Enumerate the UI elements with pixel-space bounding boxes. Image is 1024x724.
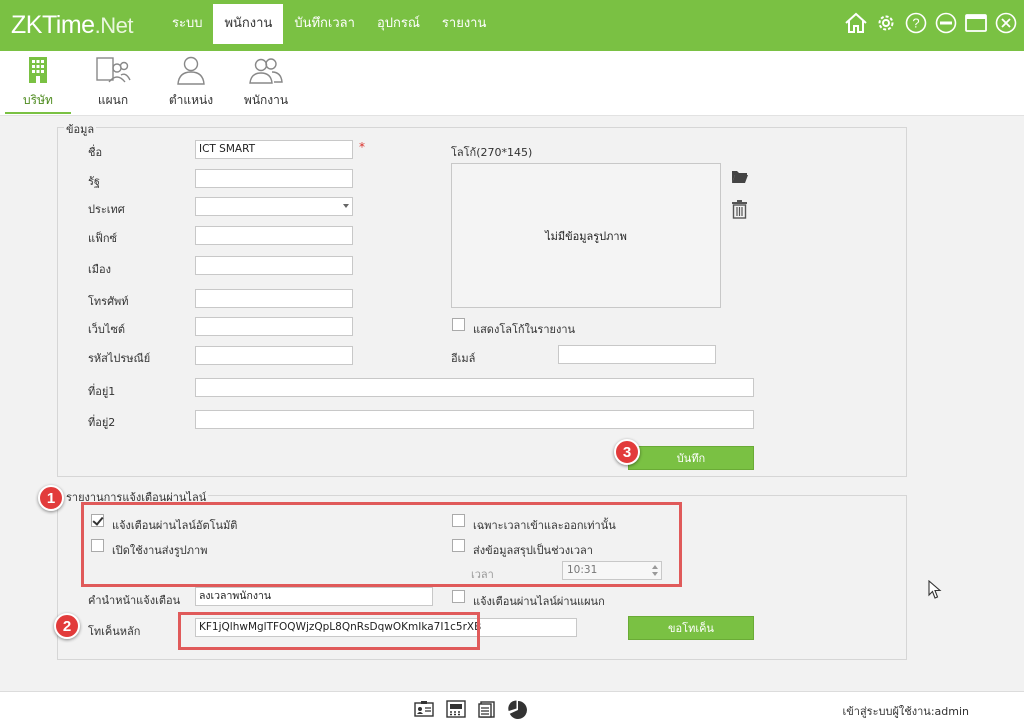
city-input[interactable] [195, 256, 353, 275]
maximize-icon[interactable] [964, 11, 988, 35]
sub-toolbar: บริษัท แผนก ตำแหน่ง พนักงาน [0, 51, 1024, 116]
active-tab-underline [5, 112, 71, 114]
postcode-label: รหัสไปรษณีย์ [88, 352, 151, 365]
email-label: อีเมล์ [451, 352, 476, 365]
fax-label: แฟ็กซ์ [88, 232, 118, 245]
annotation-badge-2: 2 [54, 613, 80, 639]
nav-item-attendance[interactable]: บันทึกเวลา [283, 4, 366, 44]
report-icon[interactable] [478, 700, 496, 723]
address2-input[interactable] [195, 410, 754, 429]
window-controls: ? [844, 11, 1018, 35]
nav-item-system[interactable]: ระบบ [160, 4, 213, 44]
employees-icon [249, 58, 283, 84]
address1-input[interactable] [195, 378, 754, 397]
prefix-label: คำนำหน้าแจ้งเตือน [88, 594, 181, 607]
website-label: เว็บไซต์ [88, 323, 126, 336]
prefix-input[interactable]: ลงเวลาพนักงาน [195, 587, 433, 606]
nav-item-employee[interactable]: พนักงาน [213, 4, 284, 44]
email-input[interactable] [558, 345, 716, 364]
top-bar: ZKTime.Net ระบบ พนักงาน บันทึกเวลา อุปกร… [0, 0, 1024, 51]
building-icon [29, 57, 47, 83]
svg-text:?: ? [912, 16, 919, 31]
pie-chart-icon[interactable] [508, 700, 528, 723]
phone-label: โทรศัพท์ [88, 295, 129, 308]
annotation-badge-1: 1 [38, 485, 64, 511]
main-nav: ระบบ พนักงาน บันทึกเวลา อุปกรณ์ รายงาน [160, 4, 497, 44]
name-input[interactable]: ICT SMART [195, 140, 353, 159]
subnav-department-label: แผนก [97, 93, 129, 107]
request-token-button[interactable]: ขอโทเค็น [628, 616, 754, 640]
country-label: ประเทศ [88, 203, 125, 216]
dept-notify-checkbox[interactable] [452, 590, 465, 603]
fax-input[interactable] [195, 226, 353, 245]
status-icons [414, 700, 528, 723]
home-icon[interactable] [844, 11, 868, 35]
minimize-icon[interactable] [934, 11, 958, 35]
annotation-badge-3: 3 [614, 439, 640, 465]
address2-label: ที่อยู่2 [88, 416, 116, 429]
position-icon [177, 56, 205, 85]
save-button[interactable]: บันทึก [628, 446, 754, 470]
logo-suffix-text: .Net [94, 13, 134, 38]
info-group-title: ข้อมูล [64, 120, 97, 138]
postcode-input[interactable] [195, 346, 353, 365]
phone-input[interactable] [195, 289, 353, 308]
state-input[interactable] [195, 169, 353, 188]
department-icon [96, 57, 131, 83]
subnav-department[interactable]: แผนก [78, 55, 148, 110]
app-logo: ZKTime.Net [11, 11, 133, 40]
subnav-employees-label: พนักงาน [243, 93, 289, 107]
show-logo-label: แสดงโลโก้ในรายงาน [473, 323, 576, 336]
nav-item-report[interactable]: รายงาน [431, 4, 497, 44]
logo-size-label: โลโก้(270*145) [451, 146, 533, 159]
logo-main-text: ZKTime [11, 11, 95, 39]
trash-icon[interactable] [731, 200, 748, 222]
folder-icon[interactable] [731, 169, 749, 187]
no-image-text: ไม่มีข้อมูลรูปภาพ [545, 229, 627, 243]
mouse-cursor-icon [928, 579, 942, 603]
subnav-employees[interactable]: พนักงาน [231, 55, 301, 110]
help-icon[interactable]: ? [904, 11, 928, 35]
login-status-text: เข้าสู่ระบบผู้ใช้งาน:admin [842, 705, 969, 718]
token-label: โทเค็นหลัก [88, 625, 141, 638]
subnav-company[interactable]: บริษัท [3, 55, 73, 110]
save-button-label: บันทึก [676, 452, 706, 465]
state-label: รัฐ [88, 175, 100, 188]
highlight-box-1 [81, 502, 682, 587]
subnav-position-label: ตำแหน่ง [168, 93, 214, 107]
close-icon[interactable] [994, 11, 1018, 35]
required-mark: * [359, 140, 365, 154]
show-logo-checkbox[interactable] [452, 318, 465, 331]
nav-item-device[interactable]: อุปกรณ์ [366, 4, 431, 44]
request-token-label: ขอโทเค็น [668, 622, 714, 635]
logo-preview: ไม่มีข้อมูลรูปภาพ [451, 163, 721, 308]
status-bar: เข้าสู่ระบบผู้ใช้งาน:admin [0, 691, 1024, 724]
chevron-down-icon [343, 204, 349, 208]
gear-icon[interactable] [874, 11, 898, 35]
device-icon[interactable] [446, 700, 466, 723]
name-label: ชื่อ [88, 146, 103, 159]
address1-label: ที่อยู่1 [88, 385, 116, 398]
dept-notify-label: แจ้งเตือนผ่านไลน์ผ่านแผนก [473, 595, 605, 608]
city-label: เมือง [88, 263, 111, 276]
subnav-company-label: บริษัท [23, 93, 53, 107]
subnav-position[interactable]: ตำแหน่ง [156, 55, 226, 110]
country-select[interactable] [195, 197, 353, 216]
website-input[interactable] [195, 317, 353, 336]
id-card-icon[interactable] [414, 700, 434, 723]
highlight-box-2 [178, 612, 480, 650]
